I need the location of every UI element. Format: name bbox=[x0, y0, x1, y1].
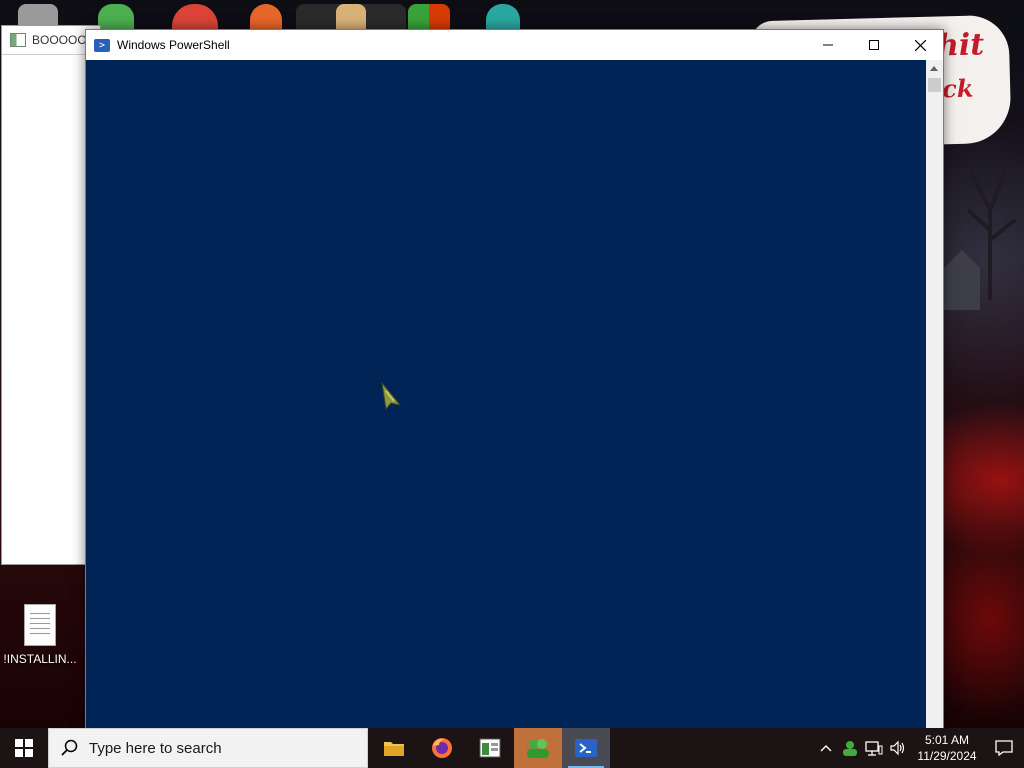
game-icon[interactable] bbox=[486, 4, 520, 30]
volume-icon bbox=[890, 740, 905, 756]
start-button[interactable] bbox=[0, 728, 48, 768]
banner-text-2: ck bbox=[941, 73, 974, 104]
app-shield-icon[interactable] bbox=[408, 4, 450, 30]
search-icon bbox=[61, 739, 78, 756]
chevron-up-icon bbox=[820, 745, 832, 752]
powershell-window[interactable]: > Windows PowerShell bbox=[85, 29, 944, 729]
user-status-icon bbox=[843, 741, 857, 756]
search-input[interactable] bbox=[87, 738, 341, 758]
taskbar-firefox[interactable] bbox=[418, 728, 466, 768]
maximize-button[interactable] bbox=[851, 30, 897, 60]
tray-network[interactable] bbox=[862, 728, 886, 768]
minimize-button[interactable] bbox=[805, 30, 851, 60]
tray-volume[interactable] bbox=[886, 728, 910, 768]
taskbar: 5:01 AM 11/29/2024 bbox=[0, 728, 1024, 768]
firefox-desktop-icon[interactable] bbox=[250, 4, 282, 30]
desktop-file-label: !INSTALLIN... bbox=[3, 652, 77, 666]
taskbar-search-box[interactable] bbox=[48, 728, 368, 768]
chrome-icon[interactable] bbox=[172, 4, 218, 30]
window-controls bbox=[805, 30, 943, 60]
taskbar-network-app[interactable] bbox=[466, 728, 514, 768]
taskbar-apps bbox=[370, 728, 610, 768]
network-icon bbox=[865, 741, 883, 756]
scrollbar-thumb[interactable] bbox=[928, 78, 941, 92]
taskbar-clock[interactable]: 5:01 AM 11/29/2024 bbox=[910, 732, 984, 764]
console-scrollbar[interactable] bbox=[926, 60, 943, 728]
scroll-up-arrow-icon[interactable] bbox=[930, 66, 938, 71]
system-tray: 5:01 AM 11/29/2024 bbox=[814, 728, 1024, 768]
folder-icon bbox=[384, 742, 404, 756]
notification-icon bbox=[995, 740, 1013, 756]
firefox-icon bbox=[432, 738, 452, 758]
show-hidden-icons-button[interactable] bbox=[814, 728, 838, 768]
minimize-icon bbox=[823, 44, 833, 46]
taskbar-powershell[interactable] bbox=[562, 728, 610, 768]
users-desktop-icon[interactable] bbox=[98, 4, 134, 30]
desktop-file-installing[interactable]: !INSTALLIN... bbox=[2, 600, 78, 666]
powershell-taskbar-icon bbox=[575, 739, 597, 757]
archive-icon[interactable] bbox=[336, 4, 366, 30]
window-app-icon bbox=[479, 738, 501, 758]
close-button[interactable] bbox=[897, 30, 943, 60]
users-icon bbox=[527, 739, 549, 758]
powershell-icon: > bbox=[94, 38, 110, 52]
close-icon bbox=[914, 39, 926, 51]
windows-logo-icon bbox=[15, 739, 33, 757]
powershell-console[interactable] bbox=[86, 60, 926, 728]
taskbar-users-app[interactable] bbox=[514, 728, 562, 768]
powershell-titlebar[interactable]: > Windows PowerShell bbox=[86, 30, 943, 60]
mouse-cursor-icon bbox=[381, 381, 402, 411]
clock-date: 11/29/2024 bbox=[917, 749, 977, 763]
app-window-icon bbox=[10, 33, 26, 47]
tray-user-status[interactable] bbox=[838, 728, 862, 768]
clock-time: 5:01 AM bbox=[924, 733, 970, 747]
maximize-icon bbox=[869, 40, 879, 50]
action-center-button[interactable] bbox=[984, 728, 1024, 768]
desktop-top-icons bbox=[0, 0, 760, 30]
powershell-window-title: Windows PowerShell bbox=[117, 38, 230, 52]
taskbar-file-explorer[interactable] bbox=[370, 728, 418, 768]
text-file-icon bbox=[24, 604, 56, 646]
